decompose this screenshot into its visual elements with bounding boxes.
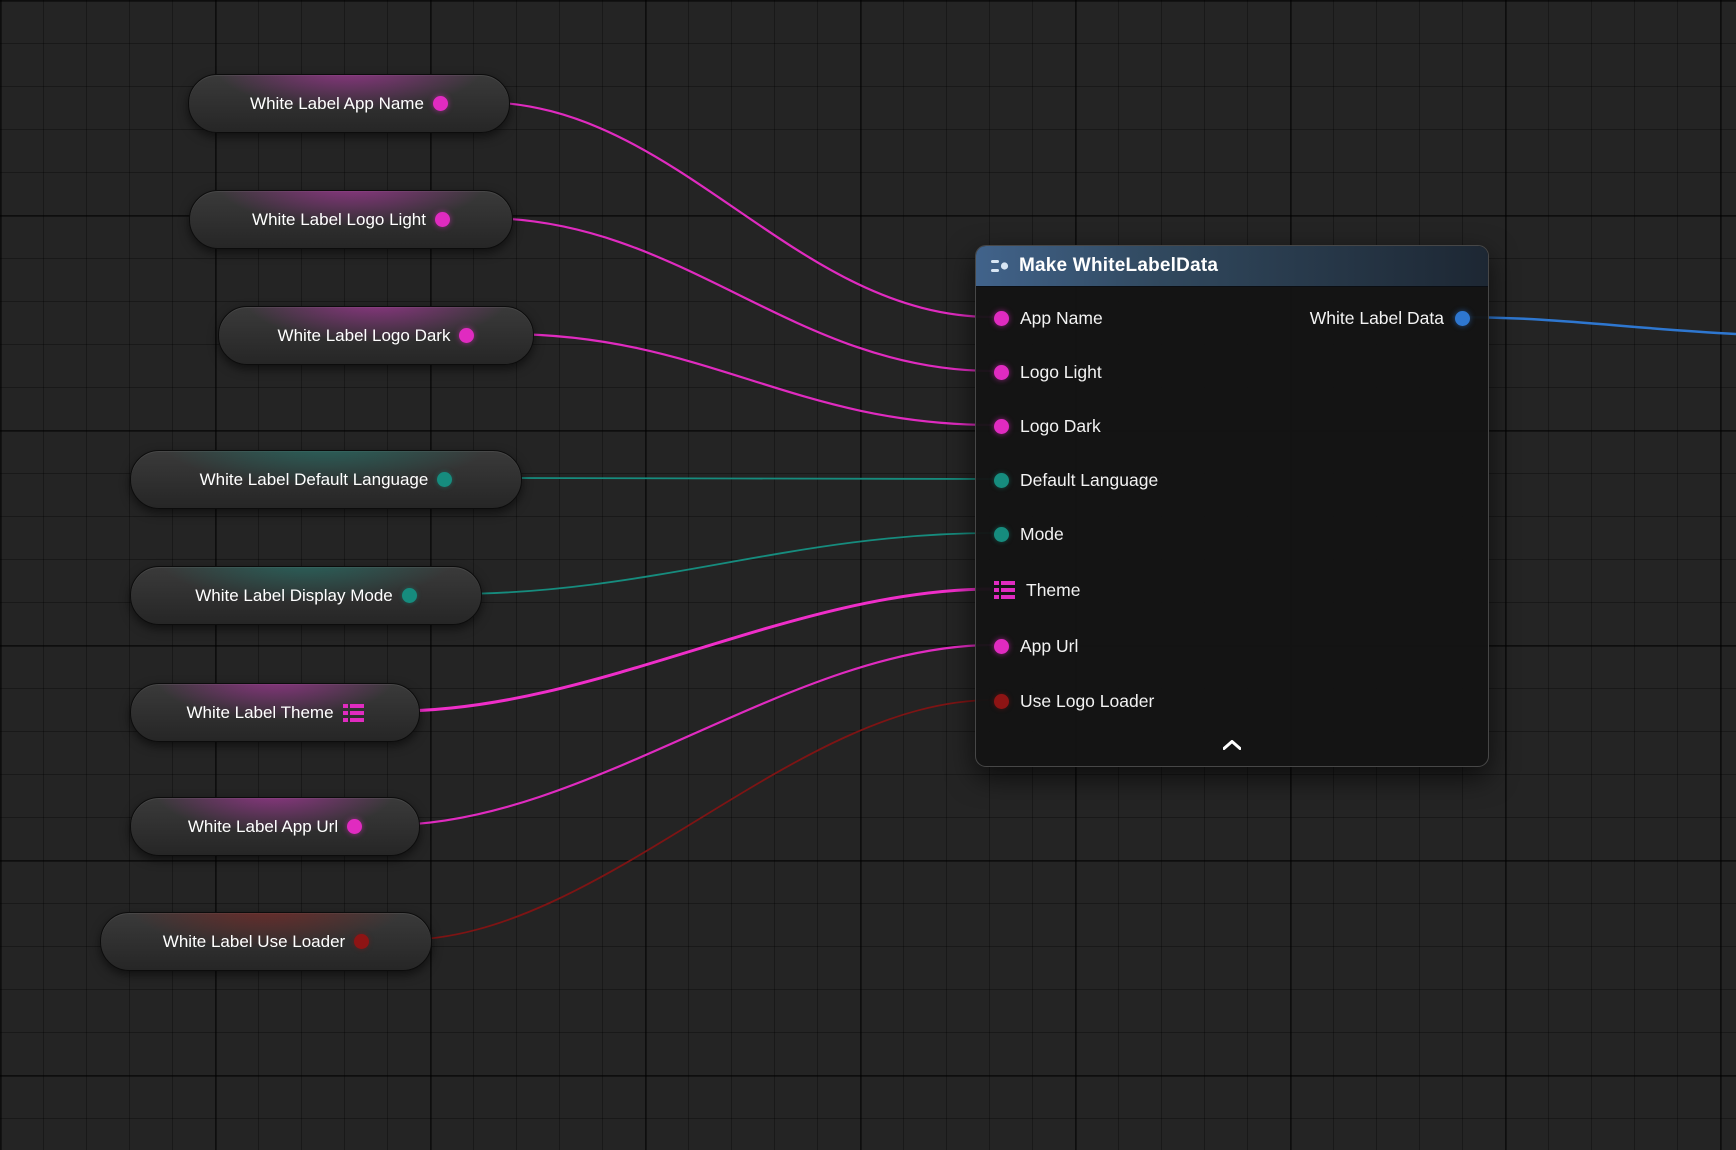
struct-grid-pin-icon[interactable] [343,704,364,722]
output-pin-app-url[interactable] [347,819,362,834]
input-pin-use-logo-loader[interactable] [994,694,1009,709]
getter-label: White Label App Url [188,817,338,837]
input-row-logo-light: Logo Light [994,355,1102,389]
input-pin-logo-light[interactable] [994,365,1009,380]
input-row-theme: Theme [994,573,1080,607]
output-pin-logo-light[interactable] [435,212,450,227]
input-row-app-name: App Name [994,301,1103,335]
output-pin-use-loader[interactable] [354,934,369,949]
output-pin-app-name[interactable] [433,96,448,111]
input-row-use-logo-loader: Use Logo Loader [994,684,1154,718]
collapse-node-button[interactable] [1212,734,1252,756]
getter-node-white-label-app-url[interactable]: White Label App Url [130,797,420,856]
input-pin-default-language[interactable] [994,473,1009,488]
getter-node-white-label-theme[interactable]: White Label Theme [130,683,420,742]
input-pin-theme-struct-grid-icon[interactable] [994,581,1015,599]
make-struct-icon [990,256,1010,276]
pin-label: White Label Data [1310,308,1444,329]
input-pin-mode[interactable] [994,527,1009,542]
getter-node-white-label-logo-light[interactable]: White Label Logo Light [189,190,513,249]
wire-theme[interactable] [396,589,993,711]
input-pin-logo-dark[interactable] [994,419,1009,434]
input-pin-app-url[interactable] [994,639,1009,654]
pin-label: Logo Dark [1020,416,1101,437]
getter-label: White Label Theme [186,703,333,723]
output-row-white-label-data: White Label Data [1310,301,1470,335]
wire-output-white-label-data[interactable] [1452,317,1736,334]
output-pin-logo-dark[interactable] [459,328,474,343]
getter-label: White Label App Name [250,94,424,114]
getter-label: White Label Display Mode [195,586,392,606]
getter-node-white-label-app-name[interactable]: White Label App Name [188,74,510,133]
wire-display-mode[interactable] [452,533,993,594]
getter-node-white-label-use-loader[interactable]: White Label Use Loader [100,912,432,971]
pin-label: App Name [1020,308,1103,329]
pin-label: Default Language [1020,470,1158,491]
pin-label: Logo Light [1020,362,1102,383]
pin-label: Theme [1026,580,1080,601]
wire-default-language[interactable] [494,478,993,479]
wire-app-name[interactable] [480,102,993,317]
getter-label: White Label Default Language [200,470,429,490]
chevron-up-icon [1223,740,1241,750]
output-pin-white-label-data[interactable] [1455,311,1470,326]
getter-node-white-label-default-language[interactable]: White Label Default Language [130,450,522,509]
getter-node-white-label-display-mode[interactable]: White Label Display Mode [130,566,482,625]
getter-label: White Label Logo Light [252,210,426,230]
input-pin-app-name[interactable] [994,311,1009,326]
graph-canvas[interactable]: White Label App Name White Label Logo Li… [0,0,1736,1150]
node-title: Make WhiteLabelData [1019,255,1218,277]
input-row-default-language: Default Language [994,463,1158,497]
wire-app-url[interactable] [389,645,993,825]
wire-logo-light[interactable] [483,218,993,371]
getter-label: White Label Logo Dark [278,326,451,346]
pin-label: App Url [1020,636,1078,657]
wire-logo-dark[interactable] [505,334,993,425]
getter-label: White Label Use Loader [163,932,345,952]
pin-label: Use Logo Loader [1020,691,1154,712]
output-pin-display-mode[interactable] [402,588,417,603]
getter-node-white-label-logo-dark[interactable]: White Label Logo Dark [218,306,534,365]
make-whitelabeldata-node[interactable]: Make WhiteLabelData App Name Logo Light … [975,245,1489,767]
input-row-app-url: App Url [994,629,1078,663]
wire-use-loader[interactable] [402,700,993,940]
node-header[interactable]: Make WhiteLabelData [976,246,1488,287]
output-pin-default-language[interactable] [437,472,452,487]
pin-label: Mode [1020,524,1064,545]
input-row-mode: Mode [994,517,1064,551]
input-row-logo-dark: Logo Dark [994,409,1101,443]
